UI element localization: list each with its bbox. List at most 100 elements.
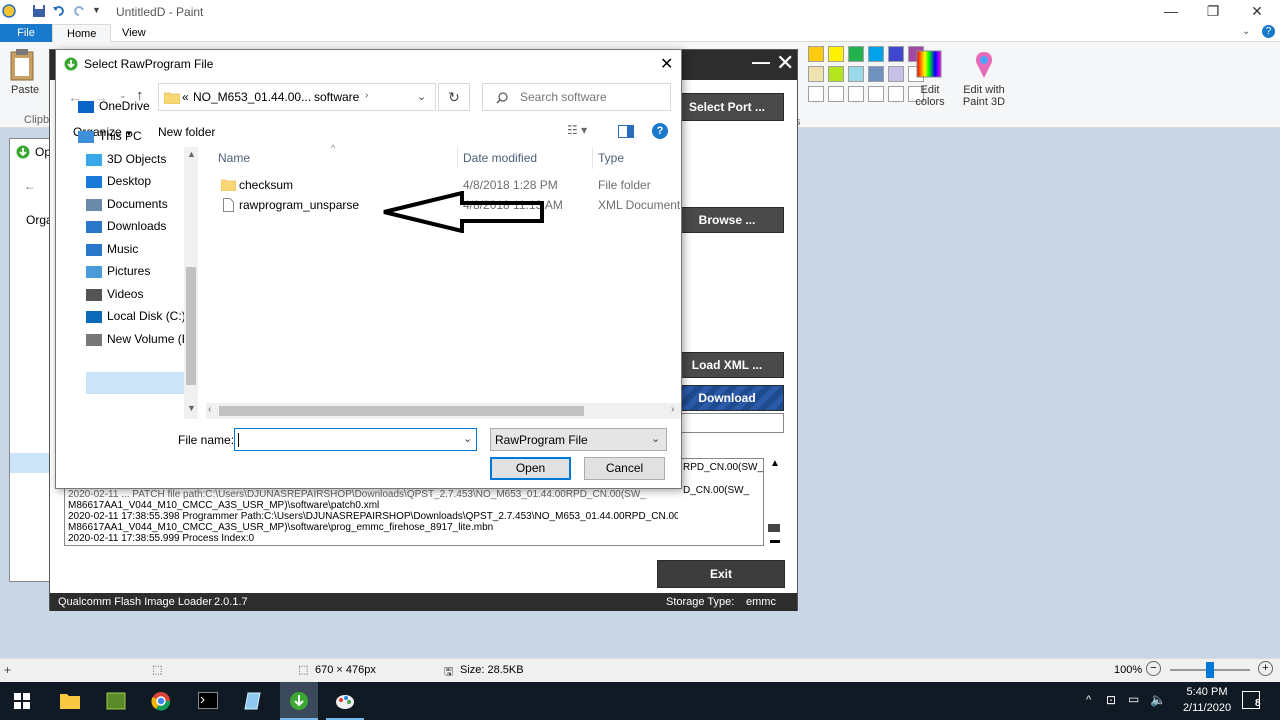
nav-item-new-volume-e[interactable]: New Volume (E: — [86, 328, 193, 350]
color-swatch[interactable] — [848, 86, 864, 102]
tray-overflow-icon[interactable]: ^ — [1086, 694, 1091, 706]
color-swatch[interactable] — [828, 66, 844, 82]
nav-item-this-pc[interactable]: This PC — [78, 125, 142, 147]
log-scroll-up-icon[interactable]: ▲ — [770, 458, 780, 469]
paint-taskbar-icon[interactable] — [326, 682, 364, 720]
nav-item-documents[interactable]: Documents — [86, 193, 168, 215]
nav-item-pictures[interactable]: Pictures — [86, 260, 150, 282]
zoom-out-button[interactable]: − — [1146, 661, 1161, 676]
collapse-ribbon-icon[interactable]: ⌄ — [1242, 26, 1250, 37]
load-xml-button[interactable]: Load XML ... — [670, 352, 784, 378]
breadcrumb-separator-icon[interactable]: › — [365, 90, 368, 101]
zoom-in-button[interactable]: + — [1258, 661, 1273, 676]
color-swatch[interactable] — [828, 86, 844, 102]
refresh-button[interactable]: ↻ — [438, 83, 470, 111]
nav-scrollbar[interactable]: ▲ ▼ — [184, 147, 198, 419]
tab-view[interactable]: View — [108, 24, 160, 42]
nav-item-3d-objects[interactable]: 3D Objects — [86, 148, 166, 170]
tab-file[interactable]: File — [0, 24, 52, 42]
address-bar[interactable]: « NO_M653_01.44.00... › software › ⌄ — [158, 83, 436, 111]
log-scroll-down-icon[interactable]: ▬ — [770, 535, 780, 546]
open-button[interactable]: Open — [490, 457, 571, 480]
color-swatch[interactable] — [808, 46, 824, 62]
paste-button[interactable] — [8, 48, 42, 86]
breadcrumb-overflow[interactable]: « — [182, 90, 189, 104]
column-name[interactable]: Name — [218, 147, 250, 169]
qat-dropdown-icon[interactable]: ▼ — [92, 5, 101, 15]
color-swatch[interactable] — [868, 46, 884, 62]
color-swatch[interactable] — [828, 46, 844, 62]
qfil-taskbar-icon[interactable] — [280, 682, 318, 720]
chevron-down-icon[interactable]: ⌄ — [463, 432, 472, 445]
nav-item-videos[interactable]: Videos — [86, 283, 143, 305]
view-options-icon[interactable]: ☷ ▾ — [567, 123, 587, 137]
clock-date[interactable]: 2/11/2020 — [1172, 702, 1242, 714]
color-swatch[interactable] — [888, 66, 904, 82]
color-swatch[interactable] — [888, 86, 904, 102]
file-hscrollbar[interactable]: ‹ › — [206, 403, 681, 419]
nav-item-downloads[interactable]: Downloads — [86, 215, 166, 237]
file-scroll-thumb[interactable] — [219, 406, 584, 416]
redo-icon[interactable] — [72, 4, 86, 18]
windows-start-icon[interactable] — [14, 693, 30, 709]
nav-item-desktop[interactable]: Desktop — [86, 170, 151, 192]
zoom-slider-thumb[interactable] — [1206, 662, 1214, 678]
chrome-icon[interactable] — [142, 682, 180, 720]
battery-icon[interactable]: ▭ — [1128, 692, 1139, 706]
file-name-input[interactable]: ⌄ — [234, 428, 477, 451]
maximize-button[interactable]: ❐ — [1190, 0, 1236, 24]
back-arrow-icon[interactable]: ← — [24, 179, 36, 193]
scroll-up-icon[interactable]: ▲ — [187, 149, 196, 159]
cancel-button[interactable]: Cancel — [584, 457, 665, 480]
exit-button[interactable]: Exit — [657, 560, 785, 588]
address-dropdown-icon[interactable]: ⌄ — [417, 90, 426, 103]
color-swatch[interactable] — [808, 86, 824, 102]
nav-item-local-disk-c[interactable]: Local Disk (C:) — [86, 305, 186, 327]
file-explorer-icon[interactable] — [50, 682, 88, 720]
scroll-right-icon[interactable]: › — [671, 404, 674, 415]
nav-scroll-thumb[interactable] — [186, 267, 196, 385]
breadcrumb-software[interactable]: software — [314, 90, 359, 104]
browse-button[interactable]: Browse ... — [670, 207, 784, 233]
storage-type-select[interactable]: emmc — [746, 593, 776, 611]
qfil-close-button[interactable]: ✕ — [776, 50, 794, 76]
nav-item-music[interactable]: Music — [86, 238, 138, 260]
dialog-close-button[interactable]: ✕ — [660, 54, 673, 74]
undo-icon[interactable] — [52, 4, 66, 18]
select-port-button[interactable]: Select Port ... — [670, 93, 784, 121]
color-swatch[interactable] — [868, 86, 884, 102]
edit-colors-button[interactable] — [916, 50, 944, 80]
column-type[interactable]: Type — [598, 147, 624, 169]
scroll-down-icon[interactable]: ▼ — [187, 403, 196, 413]
file-type-select[interactable]: RawProgram File ⌄ — [490, 428, 667, 451]
clock-time[interactable]: 5:40 PM — [1180, 686, 1234, 698]
app-notepad-icon[interactable] — [234, 682, 272, 720]
preview-pane-icon[interactable] — [618, 125, 634, 138]
download-button[interactable]: Download — [670, 385, 784, 411]
app-green-icon[interactable] — [96, 682, 134, 720]
log-scroll-thumb[interactable] — [768, 524, 780, 532]
tab-home[interactable]: Home — [52, 24, 112, 42]
color-swatch[interactable] — [868, 66, 884, 82]
column-date-modified[interactable]: Date modified — [463, 147, 537, 169]
network-icon[interactable]: ⊡ — [1106, 693, 1116, 707]
minimize-button[interactable]: — — [1148, 0, 1194, 24]
breadcrumb-folder[interactable]: NO_M653_01.44.00... — [193, 90, 311, 104]
color-swatch[interactable] — [888, 46, 904, 62]
color-swatch[interactable] — [808, 66, 824, 82]
save-icon[interactable] — [32, 4, 46, 18]
new-folder-button[interactable]: New folder — [158, 125, 215, 139]
scroll-left-icon[interactable]: ‹ — [208, 404, 211, 415]
edit-with-paint3d-button[interactable] — [972, 50, 998, 80]
help-icon[interactable]: ? — [652, 123, 668, 139]
volume-icon[interactable]: 🔈 — [1150, 692, 1166, 708]
nav-item-onedrive[interactable]: OneDrive — [78, 95, 150, 117]
close-button[interactable]: ✕ — [1234, 0, 1280, 24]
color-swatch[interactable] — [848, 46, 864, 62]
color-swatch[interactable] — [848, 66, 864, 82]
qfil-minimize-button[interactable]: — — [752, 52, 770, 73]
search-box[interactable]: Search software — [482, 83, 671, 111]
breadcrumb-separator-icon[interactable]: › — [298, 90, 301, 101]
help-icon[interactable]: ? — [1262, 25, 1275, 38]
command-prompt-icon[interactable] — [188, 682, 226, 720]
